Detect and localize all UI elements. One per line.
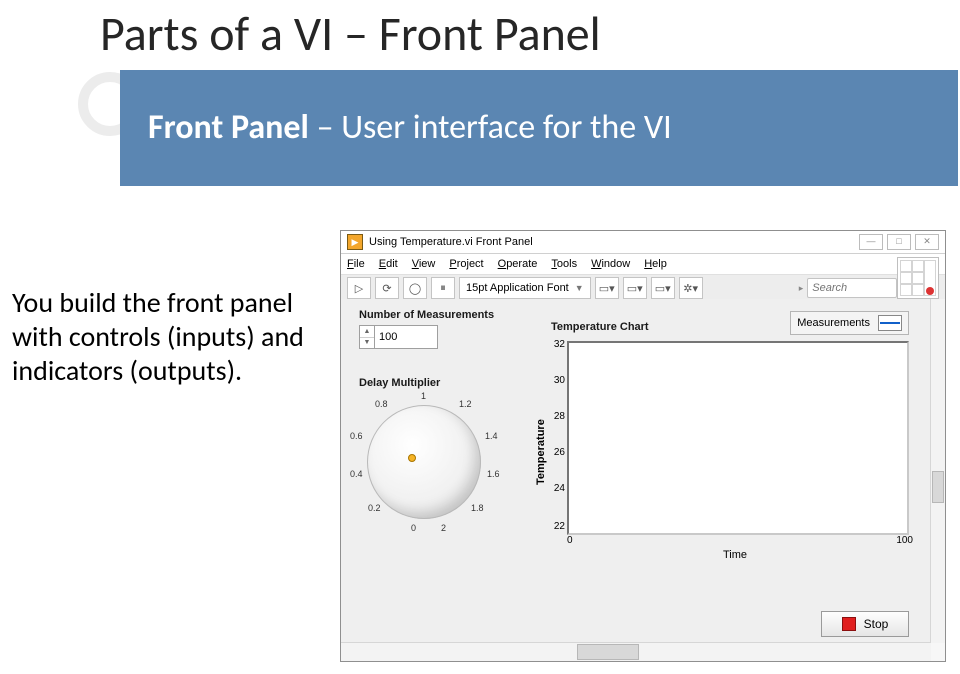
horizontal-scrollbar[interactable]: [341, 642, 931, 661]
dial-tick-18: 1.8: [471, 503, 484, 513]
ytick-32: 32: [545, 339, 565, 350]
menu-project[interactable]: Project: [449, 258, 483, 270]
delay-multiplier-label: Delay Multiplier: [359, 377, 440, 389]
ytick-26: 26: [545, 447, 565, 458]
ytick-28: 28: [545, 411, 565, 422]
slide: Parts of a VI – Front Panel Front Panel …: [0, 0, 960, 674]
menu-help[interactable]: Help: [644, 258, 667, 270]
num-measurements-control[interactable]: ▲▼ 100: [359, 325, 438, 349]
maximize-button[interactable]: □: [887, 234, 911, 250]
definition-banner: Front Panel – User interface for the VI: [120, 70, 958, 186]
menu-bar: File Edit View Project Operate Tools Win…: [341, 254, 945, 275]
chart-legend[interactable]: Measurements: [790, 311, 909, 335]
app-icon: ▶: [347, 234, 363, 250]
dial-tick-14: 1.4: [485, 431, 498, 441]
legend-swatch: [878, 315, 902, 331]
close-button[interactable]: ✕: [915, 234, 939, 250]
font-label: 15pt Application Font: [466, 282, 569, 294]
banner-rest: – User interface for the VI: [309, 107, 672, 148]
ytick-22: 22: [545, 521, 565, 532]
run-button[interactable]: ▷: [347, 277, 371, 299]
spinner-icon[interactable]: ▲▼: [359, 325, 375, 349]
window-titlebar[interactable]: ▶ Using Temperature.vi Front Panel — □ ✕: [341, 231, 945, 254]
abort-button[interactable]: ◯: [403, 277, 427, 299]
dial-tick-2: 2: [441, 523, 446, 533]
num-measurements-value[interactable]: 100: [375, 325, 438, 349]
body-text: You build the front panel with controls …: [12, 286, 322, 388]
resize-button[interactable]: ▭▾: [651, 277, 675, 299]
dial-tick-08: 0.8: [375, 399, 388, 409]
ytick-30: 30: [545, 375, 565, 386]
dial-tick-0: 0: [411, 523, 416, 533]
pause-button[interactable]: ⏸: [431, 277, 455, 299]
menu-operate[interactable]: Operate: [498, 258, 538, 270]
dial-tick-12: 1.2: [459, 399, 472, 409]
scroll-thumb[interactable]: [577, 644, 639, 660]
dial-tick-16: 1.6: [487, 469, 500, 479]
align-button[interactable]: ▭▾: [595, 277, 619, 299]
chart-ylabel: Temperature: [535, 419, 547, 485]
distribute-button[interactable]: ▭▾: [623, 277, 647, 299]
stop-icon: [842, 617, 856, 631]
chevron-down-icon: ▼: [575, 283, 584, 293]
num-measurements-label: Number of Measurements: [359, 309, 494, 321]
stop-label: Stop: [864, 617, 889, 631]
window-title: Using Temperature.vi Front Panel: [369, 236, 855, 248]
chart-xlabel: Time: [723, 549, 747, 561]
reorder-button[interactable]: ✲▾: [679, 277, 703, 299]
menu-tools[interactable]: Tools: [551, 258, 577, 270]
menu-view[interactable]: View: [412, 258, 436, 270]
toolbar: ▷ ⟳ ◯ ⏸ 15pt Application Font ▼ ▭▾ ▭▾ ▭▾…: [341, 275, 945, 302]
slide-title: Parts of a VI – Front Panel: [100, 4, 601, 63]
delay-multiplier-dial[interactable]: [367, 405, 481, 519]
vertical-scrollbar[interactable]: [930, 299, 945, 643]
chart-title: Temperature Chart: [551, 321, 649, 333]
minimize-button[interactable]: —: [859, 234, 883, 250]
vi-icon-connector[interactable]: [897, 257, 939, 299]
scroll-thumb[interactable]: [932, 471, 944, 503]
labview-window: ▶ Using Temperature.vi Front Panel — □ ✕…: [340, 230, 946, 662]
dial-tick-1: 1: [421, 391, 426, 401]
search-input[interactable]: [807, 278, 897, 298]
menu-file[interactable]: File: [347, 258, 365, 270]
menu-window[interactable]: Window: [591, 258, 630, 270]
dial-tick-04: 0.4: [350, 469, 363, 479]
run-continuous-button[interactable]: ⟳: [375, 277, 399, 299]
thermometer-icon: [924, 260, 936, 296]
menu-edit[interactable]: Edit: [379, 258, 398, 270]
stop-button[interactable]: Stop: [821, 611, 909, 637]
font-selector[interactable]: 15pt Application Font ▼: [459, 277, 591, 299]
temperature-chart[interactable]: 32 30 28 26 24 22 0 100: [567, 341, 909, 535]
front-panel[interactable]: Number of Measurements ▲▼ 100 Delay Mult…: [341, 299, 931, 643]
banner-term: Front Panel: [148, 107, 309, 148]
ytick-24: 24: [545, 483, 565, 494]
chevron-right-icon: ▸: [799, 283, 804, 294]
xtick-100: 100: [896, 535, 913, 546]
dial-tick-06: 0.6: [350, 431, 363, 441]
legend-label: Measurements: [797, 317, 870, 329]
dial-pointer: [408, 454, 416, 462]
dial-tick-02: 0.2: [368, 503, 381, 513]
xtick-0: 0: [567, 535, 573, 546]
